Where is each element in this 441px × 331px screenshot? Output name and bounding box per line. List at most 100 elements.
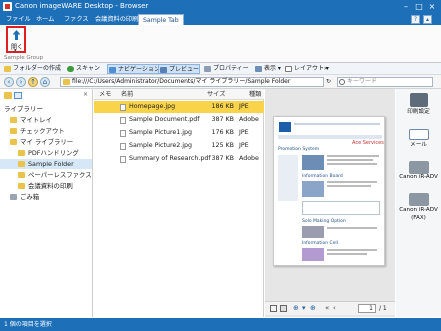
file-row[interactable]: Sample Picture2.jpg 125 KB JPE [94,140,264,152]
library-item-label: PDFハンドリング [28,149,79,157]
app-pane: 印刷設定 メール Canon iR-ADV Canon iR-ADV (FAX) [396,89,441,317]
column-memo[interactable]: メモ [99,89,111,100]
app-label: メール [410,142,427,148]
preview-button[interactable]: プレビュー [158,64,201,74]
library-close-icon[interactable]: × [83,91,88,98]
page-menu-strip [278,135,382,139]
file-name: Summary of Research.pdf [129,155,211,162]
page-section-3: Solo Making Option [302,219,346,224]
app-print-settings[interactable]: 印刷設定 [396,93,441,115]
library-item[interactable]: チェックアウト [0,126,92,136]
file-row[interactable]: Sample Picture1.jpg 176 KB JPE [94,127,264,139]
properties-button[interactable]: プロパティー [203,64,249,74]
library-item[interactable]: マイ ライブラリー [0,137,92,147]
library-item[interactable]: ごみ箱 [0,192,92,202]
minimize-button[interactable]: – [400,1,412,12]
page-image-3 [302,226,324,238]
page-number-input[interactable]: 1 [358,304,376,313]
library-item-label: チェックアウト [20,127,65,135]
fit-page-icon[interactable] [270,305,277,312]
file-name: Sample Picture1.jpg [129,129,193,136]
new-folder-label: フォルダーの作成 [13,65,62,72]
image-file-icon [120,143,126,150]
library-item-label: Sample Folder [28,160,74,168]
path-field[interactable]: file:///C:/Users/Administrator/Documents… [60,77,324,87]
preview-toolbar: ⊕ ▾ ⊕ « ‹ 1 / 1 [265,301,395,315]
library-item[interactable]: PDFハンドリング [0,148,92,158]
zoom-in-icon[interactable]: ⊕ [293,304,299,312]
scan-button[interactable]: スキャン [66,64,100,74]
navigation-button[interactable]: ナビゲーション [107,64,161,74]
navigation-icon [109,67,116,73]
first-page-icon[interactable]: « [325,304,329,312]
folder-icon [18,150,25,156]
library-item-label: ペーパーレスファクス [28,171,92,179]
file-row[interactable]: Homepage.jpg 186 KB JPE [94,101,264,113]
more-commands-button[interactable]: » [322,64,328,74]
fit-width-icon[interactable] [280,305,287,312]
view-button[interactable]: 表示 ▾ [254,64,281,74]
properties-label: プロパティー [213,65,249,72]
previous-page-icon[interactable]: ‹ [333,304,336,312]
forward-button[interactable]: › [16,77,26,87]
file-type: Adobe [239,155,259,162]
zoom-out-icon[interactable]: ▾ [302,304,306,312]
help-icon[interactable]: ? [411,15,420,24]
preview-icon [160,67,167,73]
library-item[interactable]: ペーパーレスファクス [0,170,92,180]
column-name[interactable]: 名前 [121,89,133,100]
library-folder-icon[interactable] [4,92,12,99]
library-title: ライブラリー [4,105,43,113]
navigation-label: ナビゲーション [118,66,160,73]
app-canon-ir-adv-fax[interactable]: Canon iR-ADV (FAX) [396,193,441,222]
properties-icon [204,66,211,72]
home-button[interactable]: ⌂ [40,77,50,87]
path-text: file:///C:/Users/Administrator/Documents… [72,78,291,85]
refresh-icon[interactable]: ↻ [326,78,331,85]
close-button[interactable]: × [426,1,438,12]
file-type: JPE [239,103,249,110]
tab-home[interactable]: ホーム [32,14,58,25]
library-item[interactable]: Sample Folder [0,159,92,169]
library-item-label: マイ ライブラリー [20,138,74,146]
page-section-4: Information Cell [302,241,338,246]
tab-file[interactable]: ファイル [2,14,35,25]
open-button[interactable]: 開く ▾ [6,26,26,54]
page-image-2 [302,181,324,197]
scan-label: スキャン [76,65,101,72]
page-nav-strip [294,123,380,125]
column-size[interactable]: サイズ [207,89,225,100]
zoom-menu-icon[interactable]: ⊕ [310,304,316,312]
fax-printer-icon [408,193,429,206]
maximize-button[interactable]: □ [413,1,425,12]
preview-label: プレビュー [169,66,200,73]
file-row[interactable]: Summary of Research.pdf 387 KB Adobe [94,153,264,165]
file-row[interactable]: Sample Document.pdf 387 KB Adobe [94,114,264,126]
library-item[interactable]: 会議資料の印刷 [0,181,92,191]
back-button[interactable]: ‹ [4,77,14,87]
app-icon [3,2,12,11]
library-item-label: 会議資料の印刷 [28,182,73,190]
search-icon [339,79,345,85]
page-image-1 [302,155,324,170]
tab-sample[interactable]: Sample Tab [138,14,184,25]
library-view-icon[interactable] [14,92,22,99]
layout-icon [285,66,292,72]
search-input[interactable]: キーワード [337,77,433,87]
tab-meeting-print[interactable]: 会議資料の印刷 [91,14,142,25]
open-button-label: 開く [10,44,23,51]
page-section-1: Promotion System [278,147,320,152]
new-folder-button[interactable]: フォルダーの作成 [3,64,61,74]
up-folder-button[interactable]: ↑ [28,77,38,87]
page-table [302,201,380,215]
app-canon-ir-adv[interactable]: Canon iR-ADV [396,161,441,180]
folder-icon [18,183,25,189]
file-name: Sample Document.pdf [129,116,200,123]
column-type[interactable]: 種類 [249,89,261,100]
app-mail[interactable]: メール [396,129,441,148]
file-list-pane: メモ 名前 サイズ 種類 Homepage.jpg 186 KB JPE Sample… [94,89,264,317]
scan-icon [67,66,74,72]
tab-fax[interactable]: ファクス [60,14,93,25]
library-item[interactable]: マイトレイ [0,115,92,125]
ribbon-collapse-icon[interactable]: ▴ [423,15,432,24]
